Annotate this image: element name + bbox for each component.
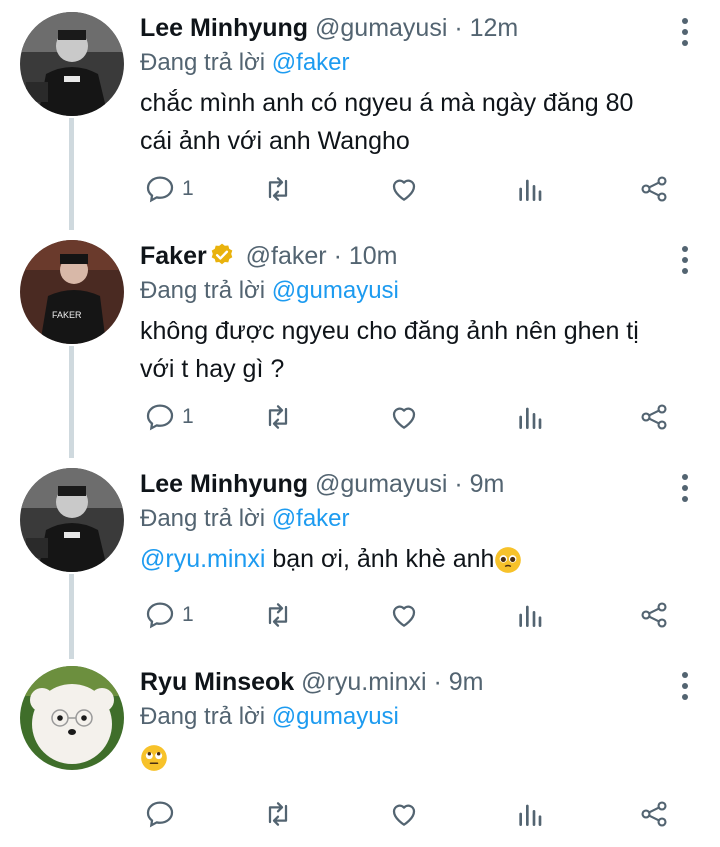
tweet[interactable]: Lee Minhyung @gumayusi · 12m Đang trả lờ… [0, 12, 720, 232]
tweet-header: Lee Minhyung @gumayusi · 12m [140, 12, 660, 44]
more-options-icon[interactable] [680, 246, 690, 276]
reply-context: Đang trả lời @faker [140, 47, 660, 79]
retweet-button[interactable] [262, 169, 294, 209]
reply-button[interactable]: 1 [144, 169, 194, 209]
reply-label: Đang trả lời [140, 277, 266, 304]
tweet-actions: 1 [140, 595, 680, 635]
like-button[interactable] [388, 794, 420, 834]
like-button[interactable] [388, 169, 420, 209]
analytics-button[interactable] [514, 595, 546, 635]
like-button[interactable] [388, 397, 420, 437]
verified-badge-icon [211, 244, 233, 265]
timestamp[interactable]: · 9m [454, 470, 504, 498]
handle[interactable]: @ryu.minxi [301, 668, 426, 696]
tweet[interactable]: FAKER Faker @faker · 10m Đang trả lời @g… [0, 240, 720, 460]
share-icon [641, 602, 667, 628]
heart-icon [392, 179, 416, 201]
retweet-icon [268, 603, 288, 627]
reply-thread: Lee Minhyung @gumayusi · 12m Đang trả lờ… [0, 0, 720, 847]
analytics-icon [519, 179, 542, 201]
reply-icon [146, 404, 174, 431]
more-options-icon[interactable] [680, 672, 690, 702]
heart-icon [392, 804, 416, 826]
retweet-button[interactable] [262, 794, 294, 834]
gumayusi-avatar[interactable] [20, 468, 124, 572]
tweet[interactable]: Ryu Minseok @ryu.minxi · 9m Đang trả lời… [0, 666, 720, 847]
more-options-icon[interactable] [680, 474, 690, 504]
tweet-text [140, 738, 660, 776]
reply-mention[interactable]: @faker [272, 505, 350, 532]
faker-avatar[interactable]: FAKER [20, 240, 124, 344]
retweet-button[interactable] [262, 595, 294, 635]
analytics-button[interactable] [514, 397, 546, 437]
tweet-header: Faker @faker · 10m [140, 240, 660, 272]
display-name[interactable]: Lee Minhyung [140, 14, 308, 42]
text-mention[interactable]: @ryu.minxi [140, 545, 265, 573]
handle[interactable]: @gumayusi [315, 14, 447, 42]
reply-button[interactable]: 1 [144, 397, 194, 437]
timestamp[interactable]: · 12m [454, 14, 518, 42]
reply-button[interactable] [144, 794, 182, 834]
handle[interactable]: @faker [246, 242, 327, 270]
tweet-text: chắc mình anh có ngyeu á mà ngày đăng 80… [140, 89, 634, 155]
dog-avatar[interactable] [20, 666, 124, 770]
reply-label: Đang trả lời [140, 703, 266, 730]
tweet-actions: 1 [140, 169, 680, 209]
analytics-icon [519, 407, 542, 429]
reply-context: Đang trả lời @gumayusi [140, 701, 660, 733]
heart-icon [392, 407, 416, 429]
jersey-text: FAKER [52, 310, 82, 320]
more-options-icon[interactable] [680, 18, 690, 48]
handle[interactable]: @gumayusi [315, 470, 447, 498]
tweet-header: Ryu Minseok @ryu.minxi · 9m [140, 666, 660, 698]
reply-count: 1 [182, 177, 194, 200]
analytics-button[interactable] [514, 794, 546, 834]
share-button[interactable] [638, 595, 670, 635]
timestamp[interactable]: · 9m [434, 668, 484, 696]
retweet-icon [268, 802, 288, 826]
tweet-actions: 1 [140, 397, 680, 437]
eye-roll-emoji [141, 745, 167, 772]
tweet-text: không được ngyeu cho đăng ảnh nên ghen t… [140, 317, 639, 383]
retweet-icon [268, 405, 288, 429]
tweet-text-body: bạn ơi, ảnh khè anh [265, 545, 495, 573]
heart-icon [392, 605, 416, 627]
reply-context: Đang trả lời @gumayusi [140, 275, 660, 307]
share-button[interactable] [638, 794, 670, 834]
reply-mention[interactable]: @faker [272, 49, 350, 76]
tweet-actions [140, 794, 680, 834]
timestamp[interactable]: · 10m [334, 242, 398, 270]
analytics-icon [519, 804, 542, 826]
reply-context: Đang trả lời @faker [140, 503, 660, 535]
share-button[interactable] [638, 169, 670, 209]
analytics-icon [519, 605, 542, 627]
tweet[interactable]: Lee Minhyung @gumayusi · 9m Đang trả lời… [0, 468, 720, 658]
tweet-text: @ryu.minxi bạn ơi, ảnh khè anh [140, 540, 660, 578]
reply-icon [146, 801, 174, 828]
reply-mention[interactable]: @gumayusi [272, 703, 399, 730]
share-icon [641, 176, 667, 202]
display-name[interactable]: Faker [140, 242, 207, 270]
reply-icon [146, 602, 174, 629]
retweet-icon [268, 177, 288, 201]
pleading-face-emoji [495, 547, 522, 574]
tweet-header: Lee Minhyung @gumayusi · 9m [140, 468, 660, 500]
display-name[interactable]: Lee Minhyung [140, 470, 308, 498]
retweet-button[interactable] [262, 397, 294, 437]
display-name[interactable]: Ryu Minseok [140, 668, 294, 696]
gumayusi-avatar[interactable] [20, 12, 124, 116]
analytics-button[interactable] [514, 169, 546, 209]
reply-count: 1 [182, 603, 194, 626]
reply-button[interactable]: 1 [144, 595, 194, 635]
share-icon [641, 801, 667, 827]
share-button[interactable] [638, 397, 670, 437]
reply-icon [146, 176, 174, 203]
reply-count: 1 [182, 405, 194, 428]
share-icon [641, 404, 667, 430]
reply-mention[interactable]: @gumayusi [272, 277, 399, 304]
reply-label: Đang trả lời [140, 505, 266, 532]
reply-label: Đang trả lời [140, 49, 266, 76]
like-button[interactable] [388, 595, 420, 635]
